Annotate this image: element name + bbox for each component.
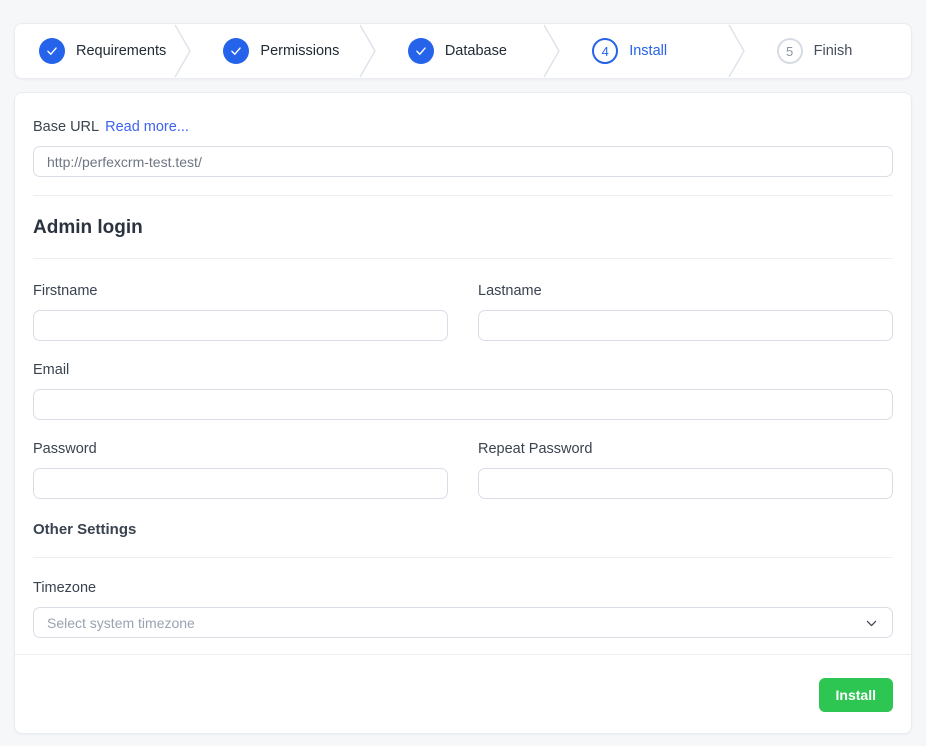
read-more-link[interactable]: Read more...: [105, 117, 189, 137]
repeat-password-label: Repeat Password: [478, 439, 893, 459]
timezone-select[interactable]: Select system timezone: [33, 607, 893, 638]
email-label: Email: [33, 360, 893, 380]
section-divider: [33, 258, 893, 259]
base-url-group: Base URL Read more...: [33, 117, 893, 177]
step-requirements[interactable]: Requirements: [15, 24, 173, 78]
step-label: Install: [629, 43, 667, 59]
chevron-down-icon: [865, 617, 878, 635]
installer-page: Requirements Permissions Database 4 Inst…: [0, 0, 926, 734]
section-divider: [33, 195, 893, 196]
step-number-badge: 4: [592, 38, 618, 64]
timezone-label: Timezone: [33, 578, 893, 598]
base-url-label: Base URL: [33, 117, 99, 137]
password-input[interactable]: [33, 468, 448, 499]
base-url-input[interactable]: [33, 146, 893, 177]
check-icon: [223, 38, 249, 64]
step-separator-chevron: [173, 24, 199, 78]
email-group: Email: [33, 360, 893, 420]
other-settings-heading: Other Settings: [33, 521, 893, 539]
step-number-badge: 5: [777, 38, 803, 64]
section-divider: [33, 557, 893, 558]
timezone-select-placeholder: Select system timezone: [47, 615, 195, 631]
step-label: Requirements: [76, 43, 166, 59]
step-label: Permissions: [260, 43, 339, 59]
step-separator-chevron: [727, 24, 753, 78]
form-footer: Install: [15, 654, 911, 733]
wizard-stepper: Requirements Permissions Database 4 Inst…: [14, 23, 912, 79]
password-label: Password: [33, 439, 448, 459]
step-database[interactable]: Database: [384, 24, 542, 78]
firstname-input[interactable]: [33, 310, 448, 341]
step-permissions[interactable]: Permissions: [199, 24, 357, 78]
firstname-label: Firstname: [33, 281, 448, 301]
admin-login-heading: Admin login: [33, 216, 893, 239]
install-form-panel: Base URL Read more... Admin login Firstn…: [14, 92, 912, 734]
lastname-input[interactable]: [478, 310, 893, 341]
email-input[interactable]: [33, 389, 893, 420]
timezone-group: Timezone Select system timezone: [33, 578, 893, 638]
step-separator-chevron: [542, 24, 568, 78]
lastname-label: Lastname: [478, 281, 893, 301]
name-fields-row: Firstname Lastname: [33, 281, 893, 341]
step-label: Database: [445, 43, 507, 59]
password-fields-row: Password Repeat Password: [33, 439, 893, 499]
step-label: Finish: [814, 43, 853, 59]
step-finish[interactable]: 5 Finish: [753, 24, 911, 78]
step-separator-chevron: [358, 24, 384, 78]
check-icon: [408, 38, 434, 64]
install-button[interactable]: Install: [819, 678, 893, 712]
check-icon: [39, 38, 65, 64]
repeat-password-input[interactable]: [478, 468, 893, 499]
step-install[interactable]: 4 Install: [568, 24, 726, 78]
